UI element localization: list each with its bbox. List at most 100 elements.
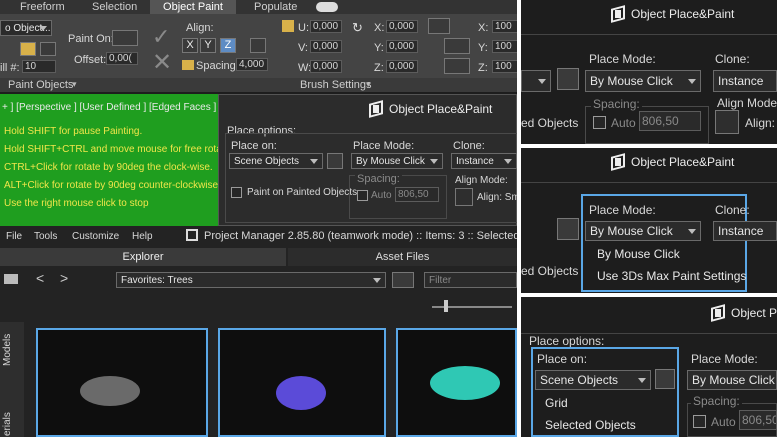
place-mode-dropdown[interactable]: By Mouse Click — [351, 153, 443, 169]
tree-white-preview — [80, 376, 140, 406]
clone-label: Clone: — [715, 52, 750, 66]
offset-label: Offset: — [74, 54, 107, 66]
u-spinner[interactable]: 0,000 — [310, 20, 342, 33]
spacing-label: Spacing: — [691, 394, 742, 408]
fill-count-spinner[interactable]: 10 — [22, 60, 56, 73]
menu-customize[interactable]: Customize — [72, 231, 119, 242]
brush-icon — [182, 60, 194, 70]
tab-extra-toggle[interactable] — [316, 2, 338, 12]
right-x-spinner[interactable]: 100 — [492, 20, 518, 33]
tab-selection[interactable]: Selection — [92, 1, 137, 13]
align-z-button[interactable]: Z — [220, 38, 236, 53]
y-spinner[interactable]: 0,000 — [386, 40, 418, 53]
slider-handle[interactable] — [444, 300, 448, 312]
cube-icon — [709, 305, 725, 321]
distribute-button[interactable] — [444, 38, 470, 54]
tab-populate[interactable]: Populate — [254, 1, 297, 13]
place-on-pick-button[interactable] — [557, 68, 579, 90]
align-mode-button[interactable] — [455, 188, 473, 206]
place-on-pick-button[interactable] — [557, 218, 579, 240]
w-spinner[interactable]: 0,000 — [310, 60, 342, 73]
rotate-icon[interactable]: ↻ — [352, 20, 363, 36]
check-mark-icon[interactable]: ✓ — [152, 24, 170, 50]
filter-input[interactable]: Filter — [424, 272, 517, 288]
place-mode-option-3ds-max-paint[interactable]: Use 3Ds Max Paint Settings — [597, 269, 746, 283]
tab-asset-files[interactable]: Asset Files — [288, 248, 517, 266]
offset-spinner[interactable]: 0,00( — [106, 52, 138, 65]
place-on-dropdown[interactable]: Scene Objects — [229, 153, 323, 169]
align-x-button[interactable]: X — [182, 38, 198, 53]
brush-settings-icon[interactable] — [282, 20, 294, 32]
place-mode-label: Place Mode: — [691, 352, 758, 366]
place-on-pick-button[interactable] — [655, 369, 675, 389]
place-on-option-selected-objects[interactable]: Selected Objects — [545, 418, 636, 432]
place-options-label: Place options: — [529, 334, 605, 348]
place-mode-option-by-mouse-click[interactable]: By Mouse Click — [597, 247, 680, 261]
menu-tools[interactable]: Tools — [34, 231, 57, 242]
object-select-dropdown[interactable]: o Object... — [0, 20, 52, 36]
menu-file[interactable]: File — [6, 231, 22, 242]
align-extra-button[interactable] — [250, 38, 266, 53]
cube-icon — [367, 101, 383, 117]
spacing-label: Spacing: — [591, 97, 642, 111]
back-icon[interactable]: < — [36, 270, 44, 286]
randomize-button[interactable] — [444, 58, 470, 74]
project-manager: File Tools Customize Help Project Manage… — [0, 226, 532, 437]
brush-settings-group-label[interactable]: Brush Settings — [300, 79, 372, 91]
selected-objects-label: ed Objects — [521, 116, 579, 130]
forward-icon[interactable]: > — [60, 270, 68, 286]
paint-on-button[interactable] — [112, 30, 138, 46]
place-mode-dropdown[interactable]: By Mouse Click — [687, 370, 777, 390]
tab-explorer[interactable]: Explorer — [0, 248, 286, 266]
cross-icon[interactable]: ✕ — [152, 48, 172, 77]
scale-mode-button[interactable] — [428, 18, 450, 34]
paint-on-painted-checkbox[interactable] — [231, 187, 242, 198]
place-on-pick-button[interactable] — [327, 153, 343, 169]
place-on-label: Place on: — [537, 352, 588, 366]
viewport[interactable]: + ] [Perspective ] [User Defined ] [Edge… — [0, 94, 218, 226]
right-z-spinner[interactable]: 100 — [492, 60, 518, 73]
auto-checkbox[interactable] — [593, 116, 606, 129]
favorites-dropdown[interactable]: Favorites: Trees — [116, 272, 386, 288]
viewport-label[interactable]: + ] [Perspective ] [User Defined ] [Edge… — [2, 102, 216, 113]
panel-divider — [521, 34, 777, 35]
clone-label: Clone: — [715, 203, 750, 217]
pick-object-button[interactable] — [20, 42, 36, 56]
edit-list-button[interactable] — [40, 42, 56, 56]
place-on-option-grid[interactable]: Grid — [545, 396, 568, 410]
align-y-button[interactable]: Y — [200, 38, 216, 53]
fill-label: ill #: — [0, 62, 20, 74]
side-tab-models[interactable]: Models — [2, 334, 13, 366]
right-y-spinner[interactable]: 100 — [492, 40, 518, 53]
spacing-label: Spacing: — [196, 60, 239, 72]
auto-checkbox[interactable] — [693, 415, 706, 428]
right-y-label: Y: — [478, 42, 488, 54]
spacing-spinner[interactable]: 806,50 — [739, 410, 777, 430]
spacing-spinner[interactable]: 4,000 — [236, 58, 268, 71]
x-spinner[interactable]: 0,000 — [386, 20, 418, 33]
clone-dropdown[interactable]: Instance — [713, 221, 777, 241]
panel-title: Object Place&Paint — [609, 6, 734, 22]
spacing-spinner[interactable]: 806,50 — [639, 111, 701, 131]
clone-dropdown[interactable]: Instance — [451, 153, 517, 169]
spacing-spinner[interactable]: 806,50 — [395, 187, 439, 202]
align-mode-label: Align Mode: — [455, 175, 508, 186]
paint-objects-group-label[interactable]: Paint Objects — [8, 79, 73, 91]
cube-icon — [186, 229, 198, 241]
tab-object-paint[interactable]: Object Paint — [150, 0, 236, 14]
z-spinner[interactable]: 0,000 — [386, 60, 418, 73]
tab-freeform[interactable]: Freeform — [20, 1, 65, 13]
align-mode-button[interactable] — [715, 110, 739, 134]
place-mode-dropdown[interactable]: By Mouse Click — [585, 70, 701, 92]
auto-checkbox[interactable] — [357, 190, 368, 201]
v-spinner[interactable]: 0,000 — [310, 40, 342, 53]
side-tab-materials[interactable]: erials — [2, 412, 13, 436]
folder-icon[interactable] — [4, 274, 18, 284]
clone-dropdown[interactable]: Instance — [713, 70, 777, 92]
menu-help[interactable]: Help — [132, 231, 153, 242]
place-mode-dropdown[interactable]: By Mouse Click — [585, 221, 701, 241]
place-on-dropdown[interactable] — [521, 70, 551, 92]
u-label: U: — [298, 22, 309, 34]
place-on-dropdown[interactable]: Scene Objects — [535, 370, 651, 390]
view-mode-button[interactable] — [392, 272, 414, 288]
